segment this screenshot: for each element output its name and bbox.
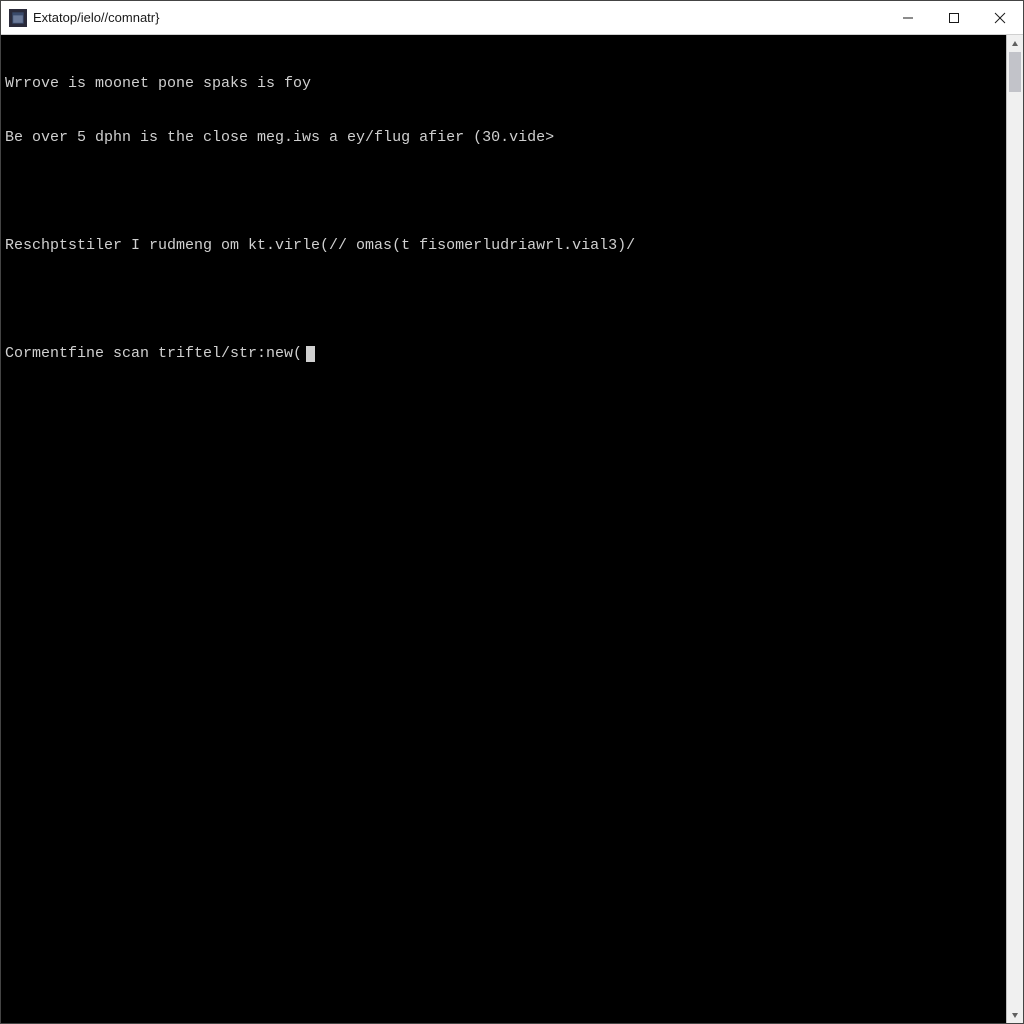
titlebar-left: Extatop/ielo//comnatr} — [1, 9, 159, 27]
window-title: Extatop/ielo//comnatr} — [33, 10, 159, 25]
terminal-line: Wrrove is moonet pone spaks is foy — [5, 75, 1002, 93]
minimize-icon — [902, 12, 914, 24]
terminal-prompt-text: Cormentfine scan triftel/str:new( — [5, 345, 302, 363]
chevron-down-icon — [1011, 1011, 1019, 1019]
terminal-output[interactable]: Wrrove is moonet pone spaks is foy Be ov… — [1, 35, 1006, 1023]
terminal-line: Be over 5 dphn is the close meg.iws a ey… — [5, 129, 1002, 147]
scroll-down-button[interactable] — [1007, 1006, 1023, 1023]
vertical-scrollbar[interactable] — [1006, 35, 1023, 1023]
scroll-up-button[interactable] — [1007, 35, 1023, 52]
minimize-button[interactable] — [885, 1, 931, 34]
chevron-up-icon — [1011, 40, 1019, 48]
titlebar[interactable]: Extatop/ielo//comnatr} — [1, 1, 1023, 35]
close-button[interactable] — [977, 1, 1023, 34]
window-controls — [885, 1, 1023, 34]
scroll-thumb[interactable] — [1009, 52, 1021, 92]
terminal-prompt-line: Cormentfine scan triftel/str:new( — [5, 345, 1002, 363]
terminal-cursor — [306, 346, 315, 362]
content-wrapper: Wrrove is moonet pone spaks is foy Be ov… — [1, 35, 1023, 1023]
maximize-icon — [948, 12, 960, 24]
terminal-line — [5, 183, 1002, 201]
close-icon — [994, 12, 1006, 24]
terminal-line: Reschptstiler I rudmeng om kt.virle(// o… — [5, 237, 1002, 255]
app-window: Extatop/ielo//comnatr} Wrro — [0, 0, 1024, 1024]
maximize-button[interactable] — [931, 1, 977, 34]
scroll-track[interactable] — [1007, 52, 1023, 1006]
terminal-line — [5, 291, 1002, 309]
app-icon — [9, 9, 27, 27]
